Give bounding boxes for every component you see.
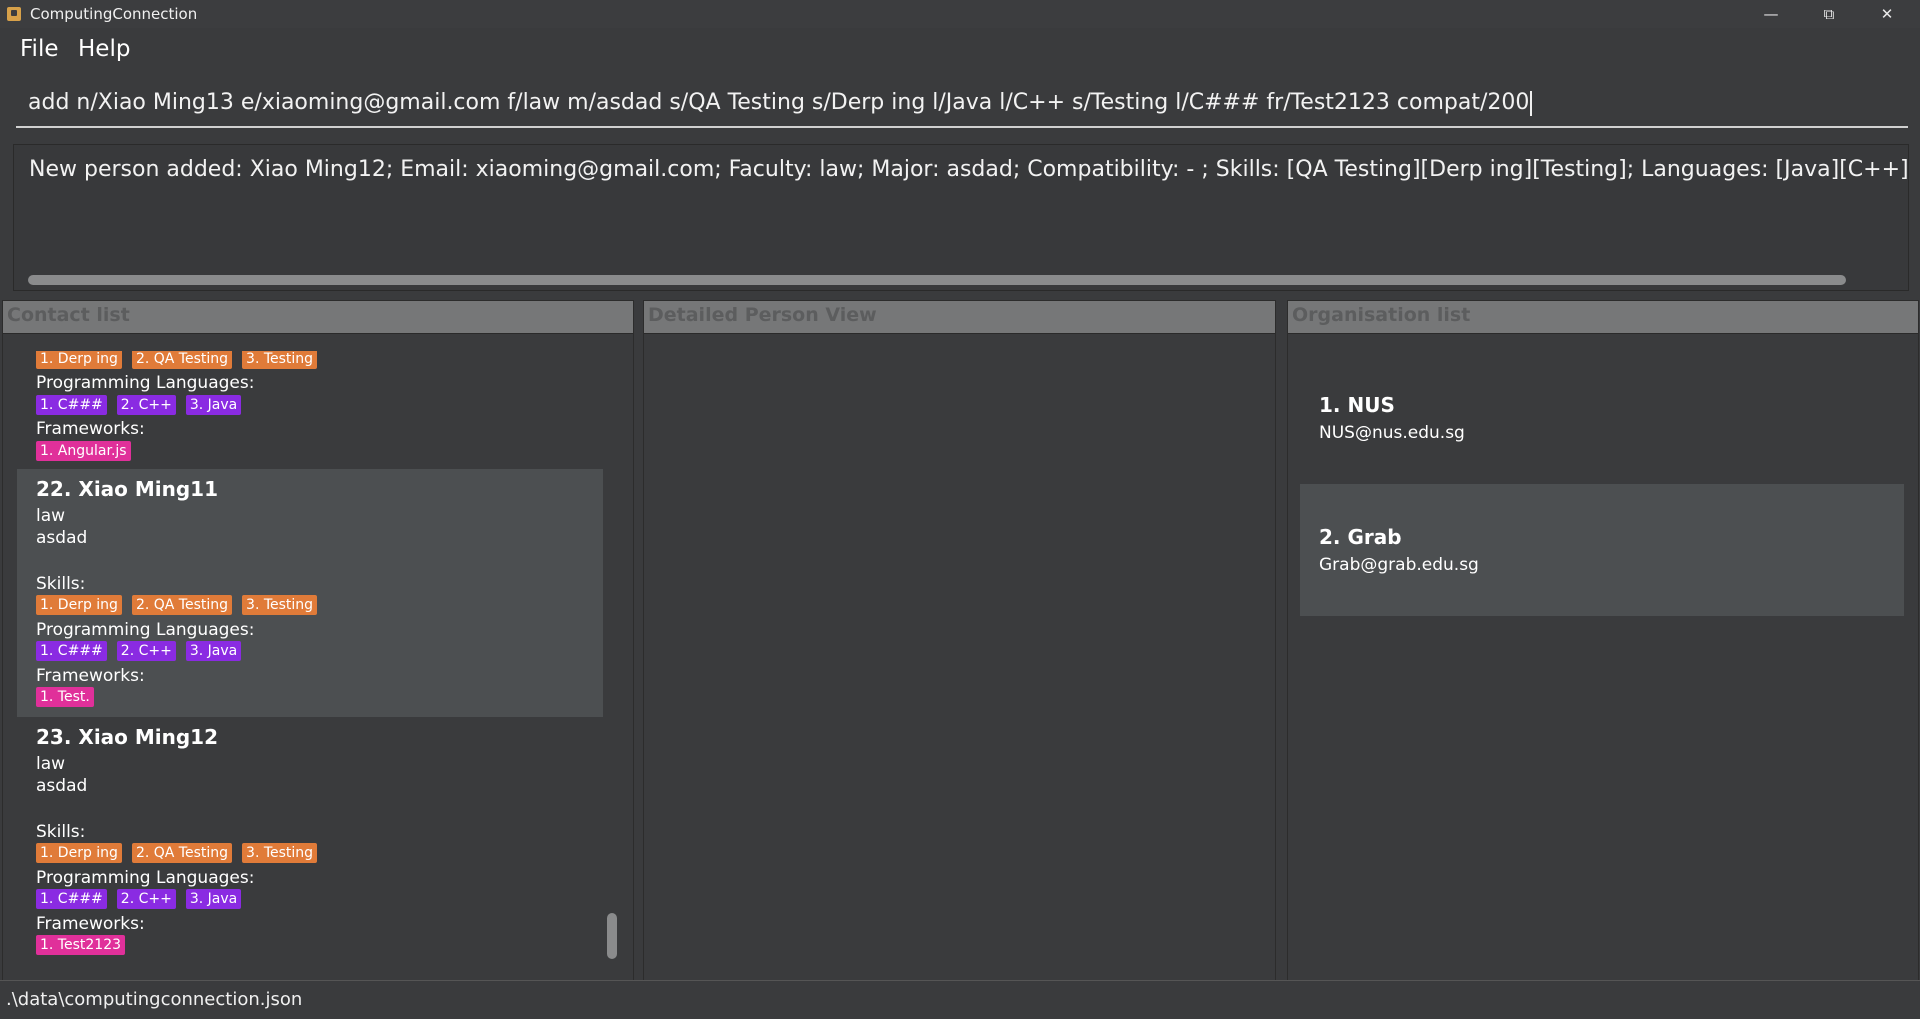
framework-tags: 1. Angular.js xyxy=(36,441,131,461)
status-bar: .\data\computingconnection.json xyxy=(0,980,1920,1019)
framework-tag: 1. Test. xyxy=(36,687,94,707)
org-email: NUS@nus.edu.sg xyxy=(1319,423,1465,443)
contact-list-title: Contact list xyxy=(7,304,130,326)
org-name: 2. Grab xyxy=(1319,525,1402,549)
org-email: Grab@grab.edu.sg xyxy=(1319,555,1479,575)
framework-tag: 1. Test2123 xyxy=(36,935,126,955)
org-name: 1. NUS xyxy=(1319,393,1395,417)
command-input[interactable]: add n/Xiao Ming13 e/xiaoming@gmail.com f… xyxy=(16,80,1908,128)
contact-major: asdad xyxy=(36,776,88,796)
language-tag: 2. C++ xyxy=(116,889,176,909)
menu-bar: File Help xyxy=(0,28,1920,72)
contact-faculty: law xyxy=(36,506,66,526)
contact-faculty: law xyxy=(36,754,66,774)
data-file-path: .\data\computingconnection.json xyxy=(6,989,303,1010)
contact-list[interactable]: 1. Derp ing 2. QA Testing 3. Testing Pro… xyxy=(17,351,603,965)
framework-tags: 1. Test2123 xyxy=(36,935,126,955)
language-tag: 2. C++ xyxy=(116,395,176,415)
contact-name: 22. Xiao Ming11 xyxy=(36,477,219,501)
language-tags: 1. C### 2. C++ 3. Java xyxy=(36,641,242,661)
org-list-item[interactable]: 2. Grab Grab@grab.edu.sg xyxy=(1300,484,1904,616)
language-tag: 2. C++ xyxy=(116,641,176,661)
contact-list-panel: Contact list 1. Derp ing 2. QA Testing 3… xyxy=(2,300,634,982)
skill-tag: 3. Testing xyxy=(242,351,318,369)
app-icon xyxy=(7,7,21,21)
framework-tags: 1. Test. xyxy=(36,687,94,707)
languages-label: Programming Languages: xyxy=(36,620,255,640)
skill-tag: 1. Derp ing xyxy=(36,595,122,615)
skill-tags: 1. Derp ing 2. QA Testing 3. Testing xyxy=(36,843,318,863)
horizontal-scrollbar[interactable] xyxy=(28,275,1846,285)
skills-label: Skills: xyxy=(36,574,86,594)
minimize-icon[interactable]: — xyxy=(1742,0,1800,28)
skill-tag: 3. Testing xyxy=(242,595,318,615)
skill-tag: 1. Derp ing xyxy=(36,351,122,369)
vertical-scrollbar[interactable] xyxy=(607,913,617,959)
language-tag: 3. Java xyxy=(185,889,242,909)
detail-view-panel: Detailed Person View xyxy=(643,300,1276,982)
org-list-header: Organisation list xyxy=(1288,301,1918,334)
skill-tag: 3. Testing xyxy=(242,843,318,863)
language-tags: 1. C### 2. C++ 3. Java xyxy=(36,889,242,909)
language-tag: 1. C### xyxy=(36,889,107,909)
language-tag: 1. C### xyxy=(36,395,107,415)
frameworks-label: Frameworks: xyxy=(36,666,145,686)
org-list-title: Organisation list xyxy=(1292,304,1471,326)
contact-major: asdad xyxy=(36,528,88,548)
org-list-item[interactable]: 1. NUS NUS@nus.edu.sg xyxy=(1300,352,1904,484)
contact-name: 23. Xiao Ming12 xyxy=(36,725,219,749)
text-caret xyxy=(1530,90,1533,116)
result-text: New person added: Xiao Ming12; Email: xi… xyxy=(29,157,1909,182)
skill-tag: 2. QA Testing xyxy=(131,595,233,615)
command-text: add n/Xiao Ming13 e/xiaoming@gmail.com f… xyxy=(28,90,1530,115)
list-item[interactable]: 22. Xiao Ming11 law asdad Skills: 1. Der… xyxy=(17,469,603,717)
close-icon[interactable]: ✕ xyxy=(1858,0,1916,28)
frameworks-label: Frameworks: xyxy=(36,419,145,439)
detail-view-header: Detailed Person View xyxy=(644,301,1275,334)
list-item[interactable]: 23. Xiao Ming12 law asdad Skills: 1. Der… xyxy=(17,717,603,965)
detail-view-title: Detailed Person View xyxy=(648,304,877,326)
framework-tag: 1. Angular.js xyxy=(36,441,131,461)
title-bar: ComputingConnection — ⧉ ✕ xyxy=(0,0,1920,28)
skill-tags: 1. Derp ing 2. QA Testing 3. Testing xyxy=(36,595,318,615)
language-tag: 3. Java xyxy=(185,641,242,661)
menu-file[interactable]: File xyxy=(20,36,59,62)
skill-tag: 2. QA Testing xyxy=(131,351,233,369)
skill-tag: 1. Derp ing xyxy=(36,843,122,863)
restore-icon[interactable]: ⧉ xyxy=(1800,0,1858,28)
menu-help[interactable]: Help xyxy=(78,36,130,62)
skill-tags: 1. Derp ing 2. QA Testing 3. Testing xyxy=(36,351,318,369)
languages-label: Programming Languages: xyxy=(36,868,255,888)
skill-tag: 2. QA Testing xyxy=(131,843,233,863)
languages-label: Programming Languages: xyxy=(36,373,255,393)
result-display[interactable]: New person added: Xiao Ming12; Email: xi… xyxy=(13,144,1909,291)
list-item[interactable]: 1. Derp ing 2. QA Testing 3. Testing Pro… xyxy=(17,351,603,469)
contact-list-header: Contact list xyxy=(3,301,633,334)
frameworks-label: Frameworks: xyxy=(36,914,145,934)
language-tags: 1. C### 2. C++ 3. Java xyxy=(36,395,242,415)
window-title: ComputingConnection xyxy=(30,5,198,23)
skills-label: Skills: xyxy=(36,822,86,842)
language-tag: 1. C### xyxy=(36,641,107,661)
language-tag: 3. Java xyxy=(185,395,242,415)
